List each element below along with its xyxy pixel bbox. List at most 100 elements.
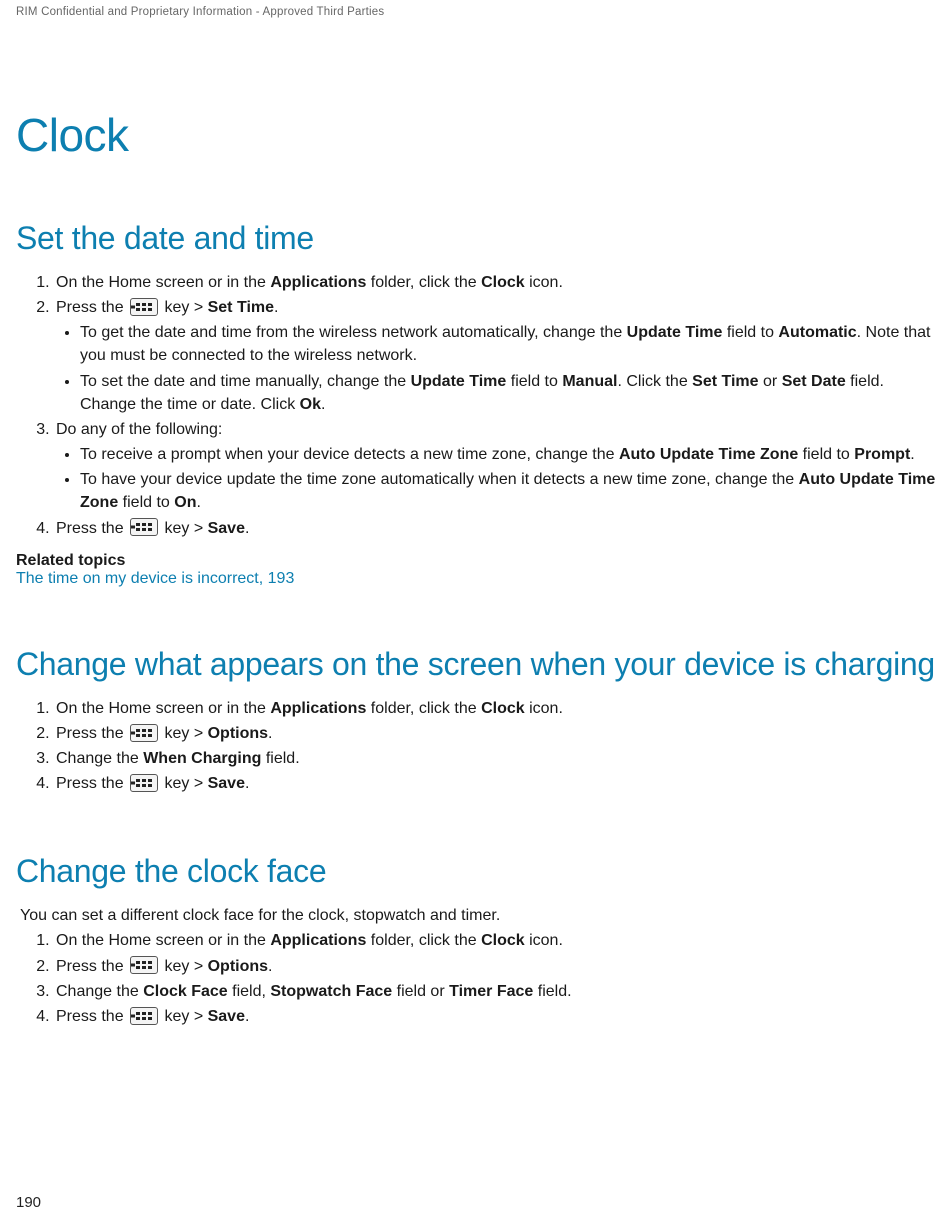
options-label: Options — [208, 725, 268, 742]
applications-label: Applications — [270, 274, 366, 291]
auto-update-tz-label: Auto Update Time Zone — [619, 446, 798, 463]
clock-label: Clock — [481, 932, 525, 949]
on-label: On — [174, 494, 196, 511]
text: Press the — [56, 725, 128, 742]
related-topic-link[interactable]: The time on my device is incorrect, 193 — [16, 570, 936, 588]
section3-step3: Change the Clock Face field, Stopwatch F… — [54, 980, 936, 1003]
text: icon. — [525, 932, 563, 949]
text: key > — [160, 958, 208, 975]
text: Press the — [56, 775, 128, 792]
ok-label: Ok — [300, 396, 321, 413]
applications-label: Applications — [270, 932, 366, 949]
menu-key-icon — [130, 1007, 158, 1025]
section2-step4: Press the key > Save. — [54, 772, 936, 795]
bullet: To set the date and time manually, chang… — [80, 370, 936, 416]
section3-steps: On the Home screen or in the Application… — [16, 929, 936, 1028]
stopwatch-face-label: Stopwatch Face — [270, 983, 392, 1000]
text: field to — [798, 446, 854, 463]
text: key > — [160, 299, 208, 316]
section1-step1: On the Home screen or in the Application… — [54, 271, 936, 294]
text: Change the — [56, 750, 143, 767]
section1-step4: Press the key > Save. — [54, 517, 936, 540]
text: . — [910, 446, 914, 463]
text: . — [268, 958, 272, 975]
text: key > — [160, 775, 208, 792]
text: icon. — [525, 700, 563, 717]
text: or — [759, 373, 782, 390]
text: Press the — [56, 299, 128, 316]
bullet: To receive a prompt when your device det… — [80, 443, 936, 466]
text: . Click the — [617, 373, 692, 390]
set-time-label: Set Time — [692, 373, 758, 390]
text: Press the — [56, 958, 128, 975]
save-label: Save — [208, 520, 245, 537]
section3-step4: Press the key > Save. — [54, 1005, 936, 1028]
section1-steps: On the Home screen or in the Application… — [16, 271, 936, 540]
section-charging-heading: Change what appears on the screen when y… — [16, 646, 936, 683]
save-label: Save — [208, 775, 245, 792]
menu-key-icon — [130, 956, 158, 974]
text: field. — [533, 983, 571, 1000]
update-time-label: Update Time — [411, 373, 507, 390]
applications-label: Applications — [270, 700, 366, 717]
text: . — [274, 299, 278, 316]
section2-steps: On the Home screen or in the Application… — [16, 697, 936, 796]
text: key > — [160, 520, 208, 537]
menu-key-icon — [130, 298, 158, 316]
section2-step1: On the Home screen or in the Application… — [54, 697, 936, 720]
when-charging-label: When Charging — [143, 750, 261, 767]
text: Change the — [56, 983, 143, 1000]
page: RIM Confidential and Proprietary Informa… — [0, 0, 952, 1227]
text: folder, click the — [366, 700, 481, 717]
section3-step1: On the Home screen or in the Application… — [54, 929, 936, 952]
section2-step2: Press the key > Options. — [54, 722, 936, 745]
text: To receive a prompt when your device det… — [80, 446, 619, 463]
automatic-label: Automatic — [778, 324, 856, 341]
set-time-label: Set Time — [208, 299, 274, 316]
text: key > — [160, 725, 208, 742]
save-label: Save — [208, 1008, 245, 1025]
text: . — [196, 494, 200, 511]
update-time-label: Update Time — [627, 324, 723, 341]
text: On the Home screen or in the — [56, 274, 270, 291]
section1-step3-bullets: To receive a prompt when your device det… — [56, 443, 936, 515]
menu-key-icon — [130, 774, 158, 792]
section1-step2: Press the key > Set Time. To get the dat… — [54, 296, 936, 416]
text: . — [245, 1008, 249, 1025]
text: field. — [261, 750, 299, 767]
section1-step2-bullets: To get the date and time from the wirele… — [56, 321, 936, 416]
clock-label: Clock — [481, 274, 525, 291]
prompt-label: Prompt — [854, 446, 910, 463]
bullet: To get the date and time from the wirele… — [80, 321, 936, 367]
text: folder, click the — [366, 274, 481, 291]
text: field to — [506, 373, 562, 390]
set-date-label: Set Date — [782, 373, 846, 390]
clock-face-label: Clock Face — [143, 983, 227, 1000]
section3-intro: You can set a different clock face for t… — [20, 904, 936, 927]
text: . — [245, 775, 249, 792]
text: field or — [392, 983, 449, 1000]
section2-step3: Change the When Charging field. — [54, 747, 936, 770]
related-topics-label: Related topics — [16, 552, 936, 570]
text: . — [321, 396, 325, 413]
section1-step3: Do any of the following: To receive a pr… — [54, 418, 936, 515]
text: To get the date and time from the wirele… — [80, 324, 627, 341]
menu-key-icon — [130, 724, 158, 742]
text: field to — [722, 324, 778, 341]
text: icon. — [525, 274, 563, 291]
section3-step2: Press the key > Options. — [54, 955, 936, 978]
text: . — [245, 520, 249, 537]
text: On the Home screen or in the — [56, 932, 270, 949]
manual-label: Manual — [562, 373, 617, 390]
page-number: 190 — [16, 1194, 41, 1211]
text: . — [268, 725, 272, 742]
text: To have your device update the time zone… — [80, 471, 799, 488]
section-clock-face-heading: Change the clock face — [16, 853, 936, 890]
bullet: To have your device update the time zone… — [80, 468, 936, 514]
confidential-header: RIM Confidential and Proprietary Informa… — [16, 0, 936, 18]
text: folder, click the — [366, 932, 481, 949]
menu-key-icon — [130, 518, 158, 536]
text: field to — [118, 494, 174, 511]
options-label: Options — [208, 958, 268, 975]
text: Do any of the following: — [56, 421, 222, 438]
